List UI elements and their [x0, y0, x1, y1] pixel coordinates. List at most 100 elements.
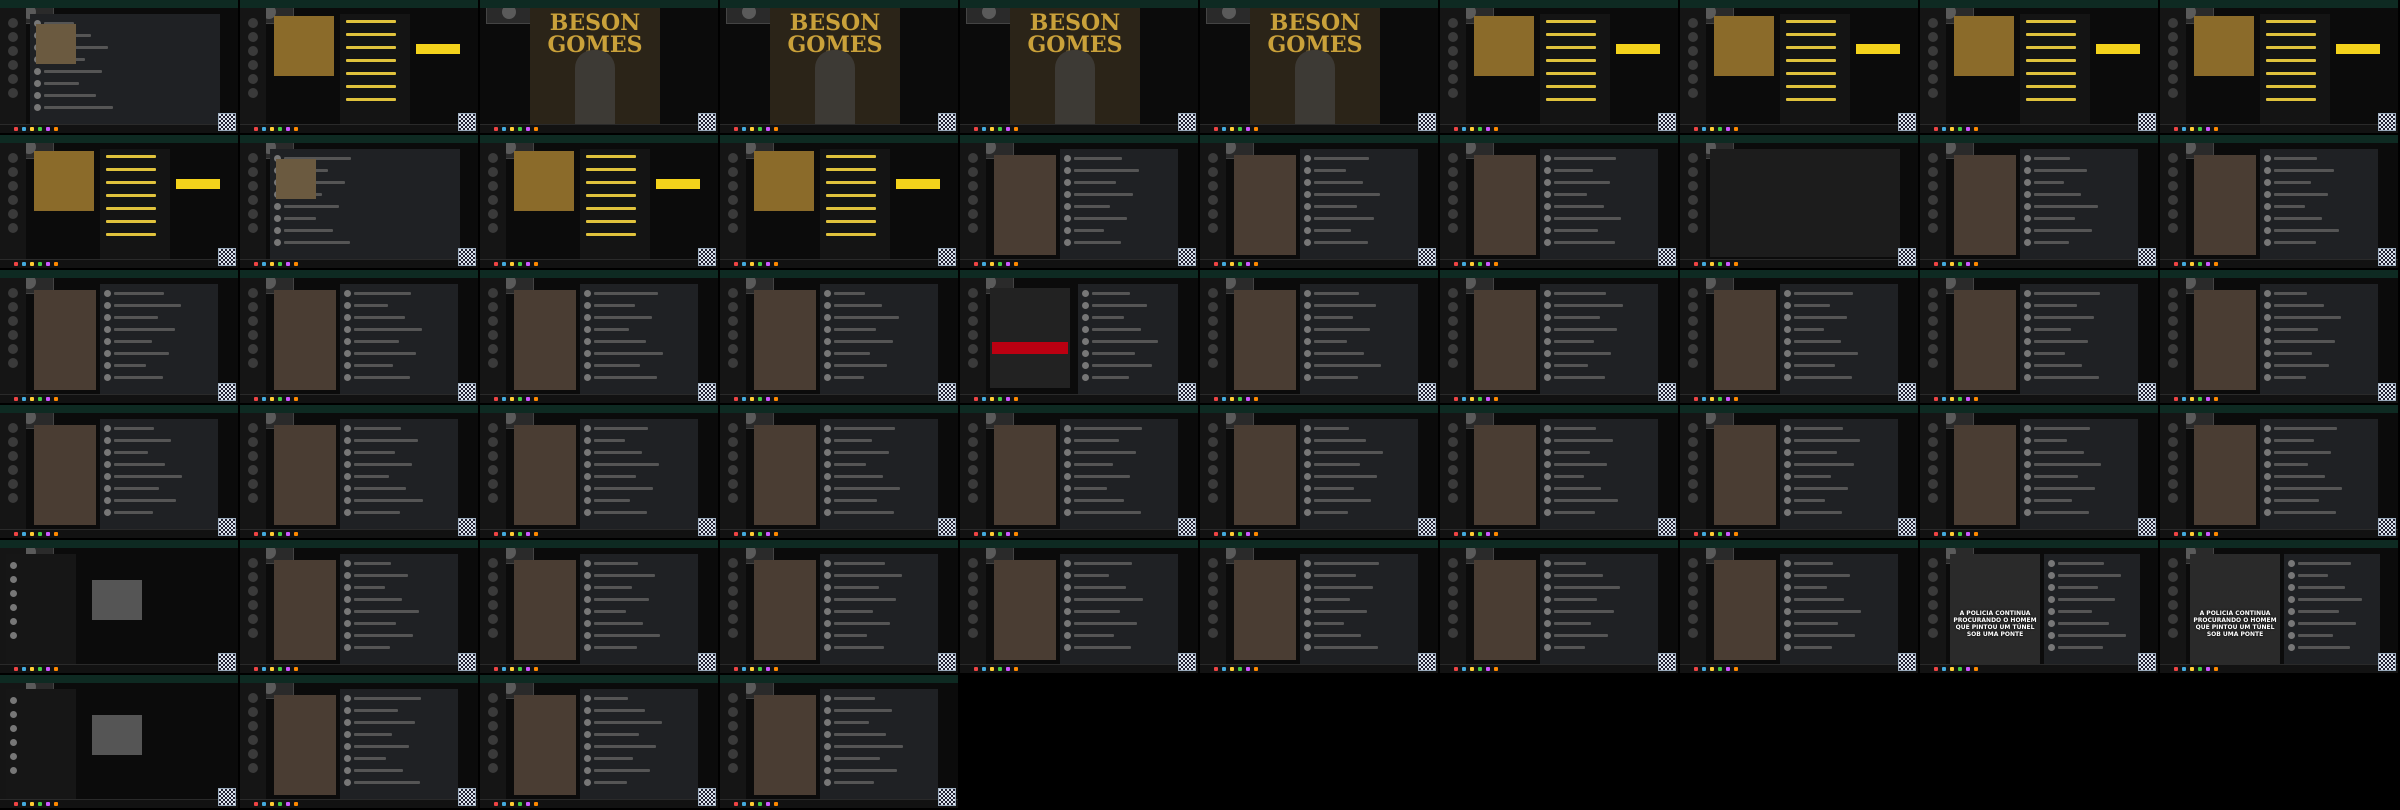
- sidebar-icon[interactable]: [1208, 572, 1218, 582]
- contact-avatar[interactable]: [10, 767, 17, 774]
- track-item[interactable]: [346, 72, 396, 75]
- sidebar-icon[interactable]: [8, 181, 18, 191]
- taskbar-icon[interactable]: [982, 262, 986, 266]
- taskbar-icon[interactable]: [286, 262, 290, 266]
- taskbar-icon[interactable]: [1014, 667, 1018, 671]
- taskbar-icon[interactable]: [750, 532, 754, 536]
- taskbar-icon[interactable]: [1934, 397, 1938, 401]
- taskbar-icon[interactable]: [1478, 127, 1482, 131]
- taskbar-icon[interactable]: [1950, 532, 1954, 536]
- sidebar-icon[interactable]: [728, 423, 738, 433]
- sidebar-icon[interactable]: [248, 32, 258, 42]
- taskbar-icon[interactable]: [758, 802, 762, 806]
- taskbar-icon[interactable]: [30, 532, 34, 536]
- taskbar-icon[interactable]: [518, 262, 522, 266]
- taskbar-icon[interactable]: [534, 397, 538, 401]
- taskbar-icon[interactable]: [1230, 262, 1234, 266]
- sidebar-icon[interactable]: [8, 493, 18, 503]
- taskbar-icon[interactable]: [1734, 127, 1738, 131]
- taskbar-icon[interactable]: [1726, 667, 1730, 671]
- sidebar-icon[interactable]: [968, 479, 978, 489]
- sidebar-icon[interactable]: [488, 195, 498, 205]
- sidebar-icon[interactable]: [1208, 465, 1218, 475]
- taskbar-icon[interactable]: [1694, 532, 1698, 536]
- sidebar-icon[interactable]: [1688, 451, 1698, 461]
- taskbar-icon[interactable]: [278, 127, 282, 131]
- taskbar-icon[interactable]: [734, 532, 738, 536]
- taskbar-icon[interactable]: [1958, 532, 1962, 536]
- track-item[interactable]: [106, 233, 156, 236]
- taskbar-icon[interactable]: [54, 262, 58, 266]
- sidebar-icon[interactable]: [1208, 344, 1218, 354]
- sidebar-icon[interactable]: [488, 288, 498, 298]
- sidebar-icon[interactable]: [2168, 223, 2178, 233]
- taskbar-icon[interactable]: [1942, 127, 1946, 131]
- taskbar-icon[interactable]: [734, 127, 738, 131]
- taskbar-icon[interactable]: [14, 262, 18, 266]
- sidebar-icon[interactable]: [728, 153, 738, 163]
- taskbar-icon[interactable]: [1462, 397, 1466, 401]
- taskbar-icon[interactable]: [1254, 667, 1258, 671]
- sidebar-icon[interactable]: [1928, 32, 1938, 42]
- track-item[interactable]: [826, 194, 876, 197]
- sidebar-icon[interactable]: [968, 600, 978, 610]
- sidebar-icon[interactable]: [968, 330, 978, 340]
- sidebar-icon[interactable]: [1688, 344, 1698, 354]
- sidebar-icon[interactable]: [968, 316, 978, 326]
- taskbar-icon[interactable]: [1974, 532, 1978, 536]
- sidebar-icon[interactable]: [2168, 167, 2178, 177]
- taskbar-icon[interactable]: [2190, 667, 2194, 671]
- taskbar-icon[interactable]: [526, 127, 530, 131]
- sidebar-icon[interactable]: [1928, 288, 1938, 298]
- taskbar-icon[interactable]: [262, 262, 266, 266]
- taskbar-icon[interactable]: [1486, 397, 1490, 401]
- sidebar-icon[interactable]: [248, 437, 258, 447]
- taskbar-icon[interactable]: [774, 532, 778, 536]
- taskbar-icon[interactable]: [294, 532, 298, 536]
- taskbar-icon[interactable]: [22, 397, 26, 401]
- sidebar-icon[interactable]: [2168, 600, 2178, 610]
- taskbar-icon[interactable]: [2190, 262, 2194, 266]
- track-item[interactable]: [2026, 59, 2076, 62]
- track-item[interactable]: [826, 220, 876, 223]
- sidebar-icon[interactable]: [2168, 628, 2178, 638]
- sidebar-icon[interactable]: [488, 749, 498, 759]
- taskbar-icon[interactable]: [502, 262, 506, 266]
- sidebar-icon[interactable]: [488, 479, 498, 489]
- sidebar-icon[interactable]: [1448, 316, 1458, 326]
- sidebar-icon[interactable]: [968, 614, 978, 624]
- sidebar-icon[interactable]: [248, 316, 258, 326]
- sidebar-icon[interactable]: [728, 223, 738, 233]
- taskbar-icon[interactable]: [1942, 262, 1946, 266]
- sidebar-icon[interactable]: [1688, 614, 1698, 624]
- sidebar-icon[interactable]: [488, 344, 498, 354]
- taskbar-icon[interactable]: [46, 127, 50, 131]
- taskbar-icon[interactable]: [774, 127, 778, 131]
- sidebar-icon[interactable]: [1208, 600, 1218, 610]
- sidebar-icon[interactable]: [8, 153, 18, 163]
- taskbar-icon[interactable]: [1222, 127, 1226, 131]
- taskbar-icon[interactable]: [286, 802, 290, 806]
- sidebar-icon[interactable]: [968, 628, 978, 638]
- sidebar-icon[interactable]: [1928, 181, 1938, 191]
- sidebar-icon[interactable]: [488, 465, 498, 475]
- sidebar-icon[interactable]: [488, 493, 498, 503]
- sidebar-icon[interactable]: [248, 46, 258, 56]
- taskbar-icon[interactable]: [734, 802, 738, 806]
- sidebar-icon[interactable]: [968, 465, 978, 475]
- taskbar-icon[interactable]: [1710, 397, 1714, 401]
- taskbar-icon[interactable]: [774, 667, 778, 671]
- track-item[interactable]: [106, 155, 156, 158]
- sidebar-icon[interactable]: [1688, 88, 1698, 98]
- taskbar-icon[interactable]: [22, 127, 26, 131]
- sidebar-icon[interactable]: [1448, 181, 1458, 191]
- sidebar-icon[interactable]: [2168, 423, 2178, 433]
- sidebar-icon[interactable]: [1448, 195, 1458, 205]
- taskbar-icon[interactable]: [2206, 262, 2210, 266]
- contact-avatar[interactable]: [10, 590, 17, 597]
- taskbar-icon[interactable]: [766, 667, 770, 671]
- track-item[interactable]: [1786, 20, 1836, 23]
- sidebar-icon[interactable]: [1208, 451, 1218, 461]
- taskbar-icon[interactable]: [534, 667, 538, 671]
- sidebar-icon[interactable]: [248, 558, 258, 568]
